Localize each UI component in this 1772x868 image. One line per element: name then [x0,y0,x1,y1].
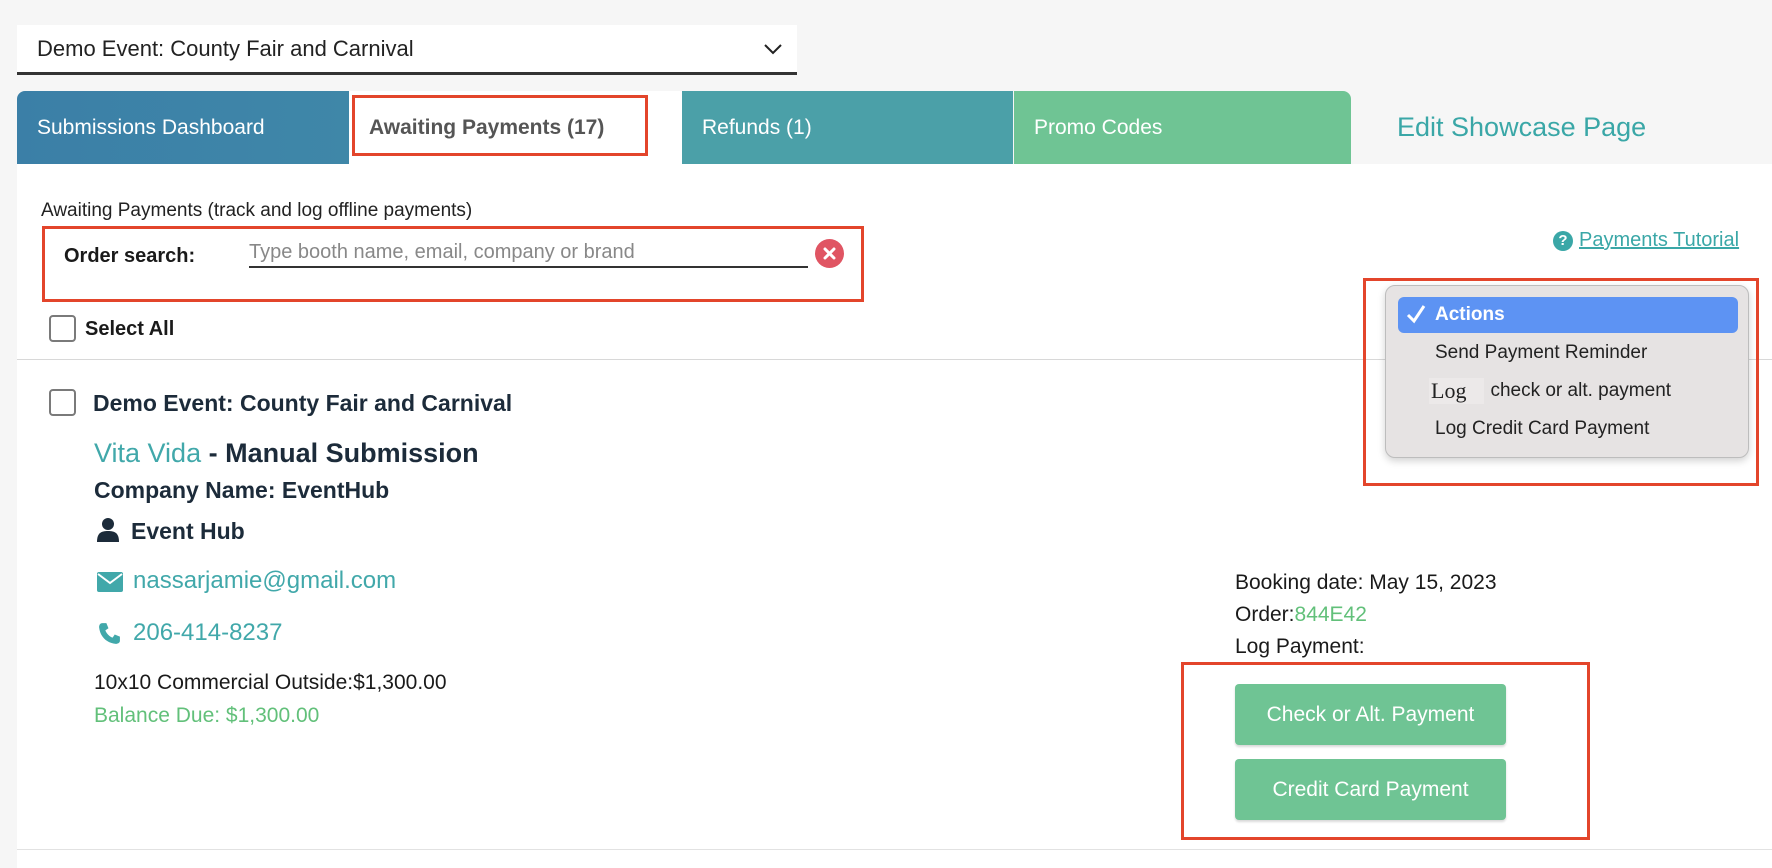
edit-showcase-label: Edit Showcase Page [1397,112,1647,142]
clear-search-icon[interactable] [815,239,844,268]
tab-label: Submissions Dashboard [37,115,265,139]
menu-item-log-word: Log [1429,378,1485,404]
booth-item: 10x10 Commercial Outside:$1,300.00 [94,671,447,694]
menu-item-log-check[interactable]: Log check or alt. payment [1398,373,1738,409]
submission-type: - Manual Submission [201,438,479,468]
booking-date: Booking date: May 15, 2023 [1235,571,1497,594]
actions-menu[interactable]: Actions Send Payment Reminder Log check o… [1385,285,1749,458]
section-subtitle: Awaiting Payments (track and log offline… [41,200,473,221]
booth-name-link[interactable]: Vita Vida [94,438,201,468]
company-name: Company Name: EventHub [94,477,390,503]
phone-icon [99,623,120,644]
chevron-down-icon [764,44,782,55]
tab-submissions-dashboard[interactable]: Submissions Dashboard [17,91,349,164]
envelope-icon [97,572,123,592]
select-all-label: Select All [85,318,175,340]
order-search-label: Order search: [64,245,196,267]
phone-link[interactable]: 206-414-8237 [133,619,282,647]
menu-item-label: Log Credit Card Payment [1435,418,1650,439]
order-checkbox[interactable] [49,389,76,416]
check-alt-payment-button[interactable]: Check or Alt. Payment [1235,684,1506,745]
help-icon: ? [1553,230,1573,251]
contact-name: Event Hub [131,518,245,544]
log-payment-label: Log Payment: [1235,635,1365,658]
order-code-link[interactable]: 844E42 [1295,603,1367,626]
email-link[interactable]: nassarjamie@gmail.com [133,567,396,595]
order-event-title: Demo Event: County Fair and Carnival [93,390,513,416]
menu-item-send-reminder[interactable]: Send Payment Reminder [1398,335,1738,371]
event-select-value: Demo Event: County Fair and Carnival [37,35,414,61]
menu-item-label: Actions [1435,304,1505,325]
user-icon [97,518,119,542]
booth-line: Vita Vida - Manual Submission [94,438,479,469]
tab-label: Promo Codes [1034,115,1163,139]
tutorial-label: Payments Tutorial [1579,229,1740,251]
payments-tutorial-link[interactable]: ? Payments Tutorial [1553,229,1739,252]
tab-label: Awaiting Payments (17) [369,115,605,139]
order-search-input[interactable] [249,238,808,268]
divider [17,849,1772,850]
tab-promo-codes[interactable]: Promo Codes [1014,91,1351,164]
order-line: Order:844E42 [1235,603,1367,627]
balance-due: Balance Due: $1,300.00 [94,704,320,727]
tab-awaiting-payments[interactable]: Awaiting Payments (17) [349,91,682,164]
checkmark-icon [1406,305,1426,324]
order-label: Order: [1235,603,1295,626]
tab-label: Refunds (1) [702,115,812,139]
event-select[interactable]: Demo Event: County Fair and Carnival [17,25,797,75]
menu-item-label: Send Payment Reminder [1435,342,1648,363]
menu-item-log-credit-card[interactable]: Log Credit Card Payment [1398,411,1738,447]
content-panel [17,164,1772,868]
edit-showcase-link[interactable]: Edit Showcase Page [1397,91,1646,164]
menu-item-actions[interactable]: Actions [1398,297,1738,333]
tab-refunds[interactable]: Refunds (1) [682,91,1013,164]
menu-item-label: check or alt. payment [1490,380,1672,401]
credit-card-payment-button[interactable]: Credit Card Payment [1235,759,1506,820]
select-all-checkbox[interactable] [49,315,76,342]
